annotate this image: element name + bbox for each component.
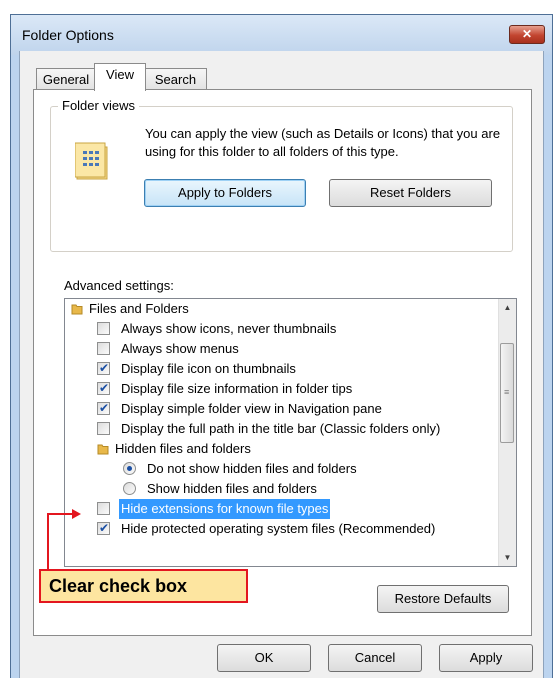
folder-views-group: Folder views You can apply the view (suc… [50, 98, 513, 252]
checkbox[interactable] [97, 379, 110, 397]
tab-view[interactable]: View [94, 63, 146, 91]
close-button[interactable]: ✕ [509, 25, 545, 44]
checkbox[interactable] [97, 359, 110, 377]
tab-general[interactable]: General [36, 68, 96, 90]
folder-icon [97, 444, 109, 455]
radio-button[interactable] [123, 462, 136, 475]
folder-views-description: You can apply the view (such as Details … [145, 126, 501, 159]
scroll-up-icon[interactable]: ▲ [499, 299, 516, 316]
checkbox[interactable] [97, 342, 110, 355]
grip-icon: ≡ [504, 387, 510, 397]
checkbox[interactable] [97, 322, 110, 335]
callout-arrow-icon [72, 509, 81, 519]
checkbox[interactable] [97, 399, 110, 417]
close-icon: ✕ [521, 27, 533, 41]
apply-to-folders-button[interactable]: Apply to Folders [144, 179, 306, 207]
advanced-settings-label: Advanced settings: [64, 278, 174, 293]
callout-pointer-line [47, 513, 74, 515]
scrollbar-thumb[interactable]: ≡ [500, 343, 514, 443]
advanced-settings-list[interactable]: Files and Folders Always show icons, nev… [64, 298, 517, 567]
folder-view-icon [75, 142, 108, 180]
scroll-down-icon[interactable]: ▼ [499, 549, 516, 566]
ok-button[interactable]: OK [217, 644, 311, 672]
checkbox[interactable] [97, 422, 110, 435]
reset-folders-button[interactable]: Reset Folders [329, 179, 492, 207]
radio-button[interactable] [123, 482, 136, 495]
apply-button[interactable]: Apply [439, 644, 533, 672]
callout-box: Clear check box [39, 569, 248, 603]
restore-defaults-button[interactable]: Restore Defaults [377, 585, 509, 613]
window-title: Folder Options [22, 27, 114, 43]
checkbox[interactable] [97, 502, 110, 515]
folder-views-legend: Folder views [58, 98, 139, 113]
vertical-scrollbar[interactable]: ▲ ≡ ▼ [498, 299, 516, 566]
folder-icon [71, 304, 83, 315]
callout-pointer-stem [47, 513, 49, 571]
view-tab-panel: Folder views You can apply the view (suc… [33, 89, 532, 636]
cancel-button[interactable]: Cancel [328, 644, 422, 672]
tab-search[interactable]: Search [144, 68, 207, 90]
checkbox[interactable] [97, 519, 110, 537]
